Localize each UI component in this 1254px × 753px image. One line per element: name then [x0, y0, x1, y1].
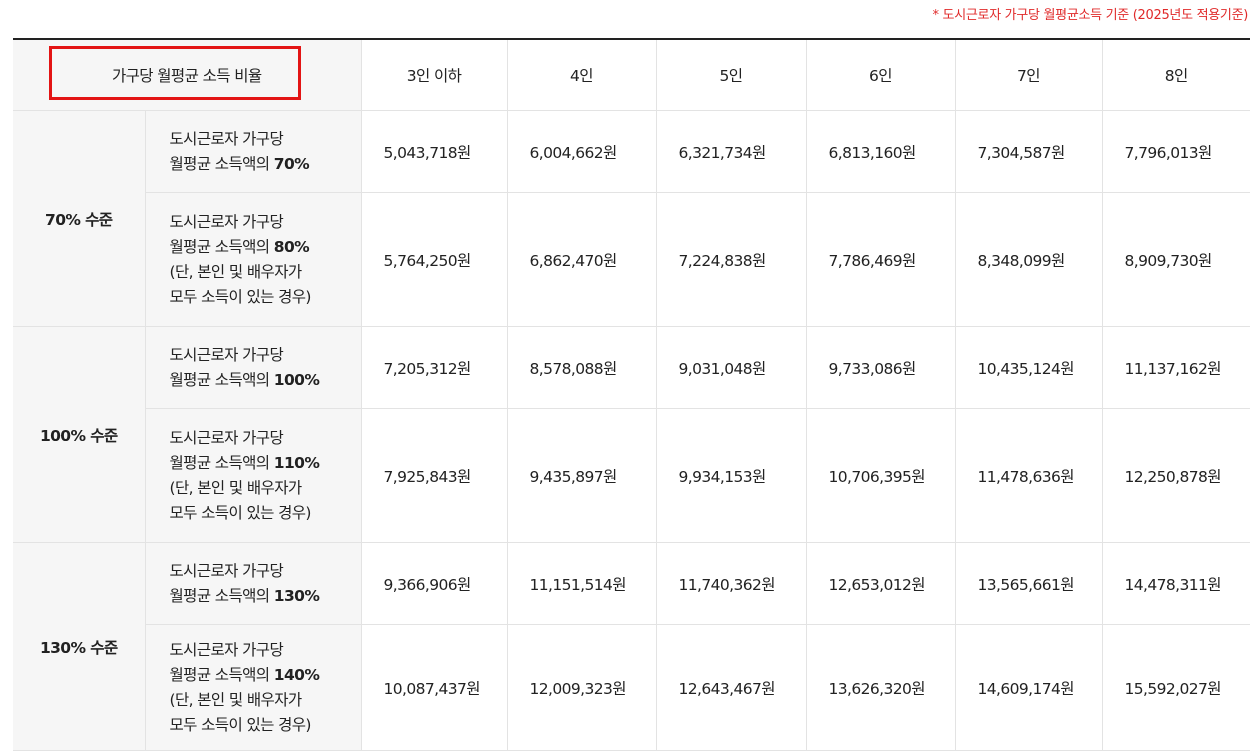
- desc-line: 도시근로자 가구당: [169, 428, 284, 447]
- value-cell: 12,009,323원: [507, 624, 657, 751]
- value-cell: 6,862,470원: [507, 192, 657, 327]
- value-cell: 5,043,718원: [361, 110, 508, 193]
- desc-percent: 130%: [273, 586, 320, 605]
- value-cell: 7,224,838원: [656, 192, 807, 327]
- value-cell: 10,087,437원: [361, 624, 508, 751]
- desc-note: 모두 소득이 있는 경우): [169, 715, 312, 734]
- value-cell: 8,578,088원: [507, 326, 657, 409]
- desc-line: 도시근로자 가구당: [169, 640, 284, 659]
- desc-line: 월평균 소득액의: [169, 370, 274, 389]
- value-cell: 6,321,734원: [656, 110, 807, 193]
- desc-note: 모두 소득이 있는 경우): [169, 503, 312, 522]
- value-cell: 6,004,662원: [507, 110, 657, 193]
- value-cell: 14,478,311원: [1102, 542, 1250, 625]
- value-cell: 10,706,395원: [806, 408, 956, 543]
- desc-line: 도시근로자 가구당: [169, 561, 284, 580]
- col-header-8: 8인: [1102, 39, 1250, 111]
- level-label: 100% 수준: [13, 326, 146, 543]
- table-row: 도시근로자 가구당 월평균 소득액의 110% (단, 본인 및 배우자가 모두…: [13, 408, 1250, 543]
- level-label: 70% 수준: [13, 110, 146, 327]
- value-cell: 13,626,320원: [806, 624, 956, 751]
- desc-line: 도시근로자 가구당: [169, 212, 284, 231]
- desc-note: (단, 본인 및 배우자가: [169, 262, 303, 281]
- desc-percent: 80%: [273, 237, 310, 256]
- value-cell: 5,764,250원: [361, 192, 508, 327]
- col-header-4: 4인: [507, 39, 657, 111]
- desc-line: 월평균 소득액의: [169, 586, 274, 605]
- value-cell: 9,366,906원: [361, 542, 508, 625]
- value-cell: 7,925,843원: [361, 408, 508, 543]
- value-cell: 6,813,160원: [806, 110, 956, 193]
- header-row: 가구당 월평균 소득 비율 3인 이하 4인 5인 6인 7인 8인: [13, 39, 1250, 111]
- value-cell: 8,909,730원: [1102, 192, 1250, 327]
- col-header-3: 3인 이하: [361, 39, 508, 111]
- value-cell: 11,478,636원: [955, 408, 1103, 543]
- value-cell: 7,205,312원: [361, 326, 508, 409]
- value-cell: 11,151,514원: [507, 542, 657, 625]
- table-row: 70% 수준 도시근로자 가구당 월평균 소득액의 70% 5,043,718원…: [13, 110, 1250, 327]
- value-cell: 8,348,099원: [955, 192, 1103, 327]
- value-cell: 7,786,469원: [806, 192, 956, 327]
- row-description: 도시근로자 가구당 월평균 소득액의 70%: [145, 110, 362, 193]
- value-cell: 10,435,124원: [955, 326, 1103, 409]
- desc-line: 월평균 소득액의: [169, 453, 274, 472]
- row-description: 도시근로자 가구당 월평균 소득액의 130%: [145, 542, 362, 625]
- value-cell: 9,435,897원: [507, 408, 657, 543]
- row-description: 도시근로자 가구당 월평균 소득액의 140% (단, 본인 및 배우자가 모두…: [145, 624, 362, 751]
- ratio-header-label: 가구당 월평균 소득 비율: [111, 67, 262, 85]
- col-header-6: 6인: [806, 39, 956, 111]
- desc-line: 월평균 소득액의: [169, 237, 274, 256]
- row-description: 도시근로자 가구당 월평균 소득액의 100%: [145, 326, 362, 409]
- desc-line: 도시근로자 가구당: [169, 129, 284, 148]
- income-table: 가구당 월평균 소득 비율 3인 이하 4인 5인 6인 7인 8인 70% 수…: [13, 38, 1250, 751]
- desc-line: 월평균 소득액의: [169, 665, 274, 684]
- desc-line: 도시근로자 가구당: [169, 345, 284, 364]
- desc-percent: 110%: [273, 453, 320, 472]
- value-cell: 13,565,661원: [955, 542, 1103, 625]
- desc-note: 모두 소득이 있는 경우): [169, 287, 312, 306]
- value-cell: 12,643,467원: [656, 624, 807, 751]
- table-row: 도시근로자 가구당 월평균 소득액의 140% (단, 본인 및 배우자가 모두…: [13, 624, 1250, 751]
- value-cell: 9,031,048원: [656, 326, 807, 409]
- row-description: 도시근로자 가구당 월평균 소득액의 80% (단, 본인 및 배우자가 모두 …: [145, 192, 362, 327]
- col-header-5: 5인: [656, 39, 807, 111]
- value-cell: 15,592,027원: [1102, 624, 1250, 751]
- value-cell: 11,740,362원: [656, 542, 807, 625]
- desc-note: (단, 본인 및 배우자가: [169, 478, 303, 497]
- value-cell: 11,137,162원: [1102, 326, 1250, 409]
- ratio-header: 가구당 월평균 소득 비율: [13, 39, 362, 111]
- value-cell: 7,796,013원: [1102, 110, 1250, 193]
- value-cell: 12,653,012원: [806, 542, 956, 625]
- desc-line: 월평균 소득액의: [169, 154, 274, 173]
- desc-percent: 70%: [273, 154, 310, 173]
- criteria-note: * 도시근로자 가구당 월평균소득 기준 (2025년도 적용기준): [932, 8, 1249, 23]
- level-label: 130% 수준: [13, 542, 146, 751]
- value-cell: 7,304,587원: [955, 110, 1103, 193]
- desc-note: (단, 본인 및 배우자가: [169, 690, 303, 709]
- table-row: 도시근로자 가구당 월평균 소득액의 80% (단, 본인 및 배우자가 모두 …: [13, 192, 1250, 327]
- value-cell: 12,250,878원: [1102, 408, 1250, 543]
- desc-percent: 140%: [273, 665, 320, 684]
- table-row: 100% 수준 도시근로자 가구당 월평균 소득액의 100% 7,205,31…: [13, 326, 1250, 543]
- table-row: 130% 수준 도시근로자 가구당 월평균 소득액의 130% 9,366,90…: [13, 542, 1250, 751]
- row-description: 도시근로자 가구당 월평균 소득액의 110% (단, 본인 및 배우자가 모두…: [145, 408, 362, 543]
- value-cell: 9,733,086원: [806, 326, 956, 409]
- value-cell: 9,934,153원: [656, 408, 807, 543]
- desc-percent: 100%: [273, 370, 320, 389]
- value-cell: 14,609,174원: [955, 624, 1103, 751]
- col-header-7: 7인: [955, 39, 1103, 111]
